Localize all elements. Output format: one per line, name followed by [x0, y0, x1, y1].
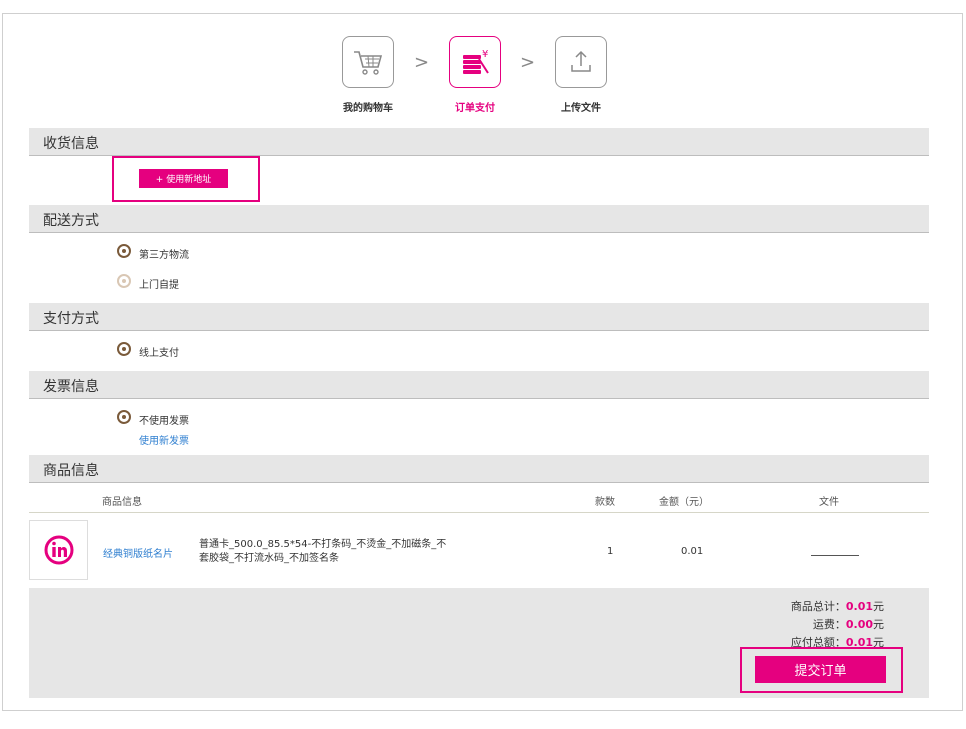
step-cart-box: [342, 36, 394, 88]
delivery-option-label: 第三方物流: [139, 250, 189, 261]
section-header-products: 商品信息: [29, 455, 929, 483]
svg-text:¥: ¥: [482, 49, 488, 60]
step-arrow-2: >: [520, 52, 536, 73]
col-header-info: 商品信息: [102, 497, 142, 508]
delivery-option-label: 上门自提: [139, 280, 179, 291]
summary-value: 0.01: [845, 600, 873, 613]
product-name-link[interactable]: 经典铜版纸名片: [103, 545, 173, 560]
new-invoice-link[interactable]: 使用新发票: [139, 432, 189, 447]
section-title: 支付方式: [43, 311, 99, 327]
step-payment-box: ¥: [449, 36, 501, 88]
section-title: 发票信息: [43, 379, 99, 395]
section-header-shipping: 收货信息: [29, 128, 929, 156]
coins-yen-icon: ¥: [463, 49, 489, 74]
delivery-radio-pickup[interactable]: [117, 274, 131, 288]
section-title: 收货信息: [43, 136, 99, 152]
section-title: 配送方式: [43, 213, 99, 229]
step-payment: ¥ 订单支付: [447, 36, 503, 114]
summary-currency: 元: [873, 618, 884, 631]
summary-goods-total: 商品总计：0.01元: [791, 598, 884, 614]
product-file-placeholder: [811, 555, 859, 556]
invoice-option-label: 不使用发票: [139, 416, 189, 427]
invoice-radio-none[interactable]: [117, 410, 131, 424]
product-qty: 1: [607, 546, 614, 557]
step-arrow-1: >: [414, 52, 430, 73]
section-header-invoice: 发票信息: [29, 371, 929, 399]
col-header-file: 文件: [819, 497, 839, 508]
upload-icon: [571, 50, 591, 72]
table-header-divider: [29, 512, 929, 513]
new-address-button[interactable]: + 使用新地址: [139, 169, 228, 188]
delivery-radio-third-party[interactable]: [117, 244, 131, 258]
summary-shipping: 运费：0.00元: [813, 616, 884, 632]
step-upload: 上传文件: [553, 36, 609, 114]
cart-icon: [354, 51, 383, 75]
in-logo-icon: [44, 535, 73, 565]
product-spec: 普通卡_500.0_85.5*54-不打条码_不烫金_不加磁条_不套胶袋_不打流…: [199, 539, 447, 564]
section-header-delivery: 配送方式: [29, 205, 929, 233]
summary-label: 运费：: [812, 618, 846, 631]
step-cart-label: 我的购物车: [343, 103, 393, 114]
product-thumbnail[interactable]: [29, 520, 88, 580]
step-payment-label: 订单支付: [455, 103, 495, 114]
step-upload-label: 上传文件: [561, 103, 601, 114]
step-cart: 我的购物车: [340, 36, 396, 114]
col-header-qty: 款数: [595, 497, 615, 508]
step-upload-box: [555, 36, 607, 88]
summary-label: 商品总计：: [790, 600, 846, 613]
summary-value: 0.00: [845, 618, 873, 631]
product-amount: 0.01: [681, 546, 704, 557]
payment-radio-online[interactable]: [117, 342, 131, 356]
payment-option-label: 线上支付: [139, 348, 179, 359]
section-header-payment: 支付方式: [29, 303, 929, 331]
submit-order-button[interactable]: 提交订单: [755, 656, 886, 683]
summary-currency: 元: [873, 600, 884, 613]
section-title: 商品信息: [43, 463, 99, 479]
col-header-amount: 金额（元）: [659, 497, 709, 508]
